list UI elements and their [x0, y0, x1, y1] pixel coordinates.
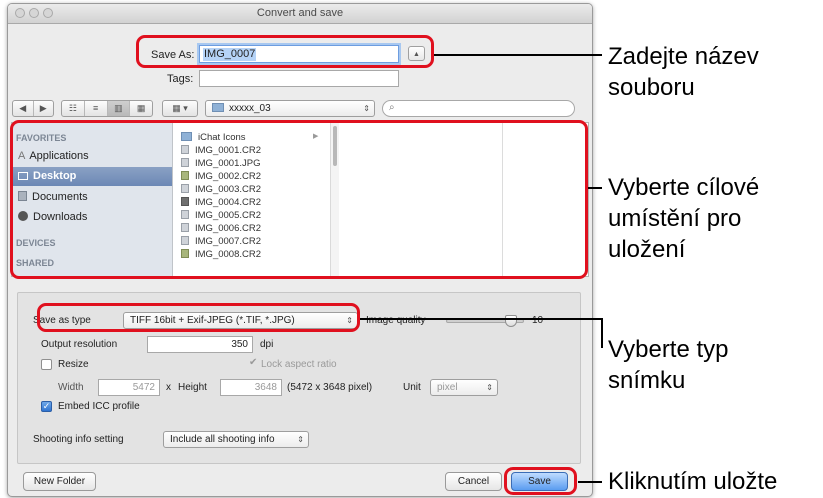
callout-line: snímku — [608, 367, 686, 394]
title-bar: Convert and save — [8, 4, 592, 24]
callout-line: Vyberte typ — [608, 336, 729, 363]
new-folder-button[interactable]: New Folder — [23, 472, 96, 491]
column-view-button[interactable]: ▥ — [107, 101, 131, 116]
list-view-button[interactable]: ≡ — [85, 101, 108, 116]
output-resolution-field[interactable]: 350 — [147, 336, 253, 353]
view-mode-control: ☷ ≡ ▥ ▦ — [61, 100, 153, 117]
type-highlight — [37, 303, 360, 332]
location-popup[interactable]: xxxxx_03 ⇕ — [205, 100, 375, 117]
callout-line: Zadejte název — [608, 43, 759, 70]
search-icon: ⌕ — [389, 102, 395, 113]
unit-label: Unit — [403, 382, 421, 393]
forward-button[interactable]: ▶ — [34, 101, 54, 116]
height-label: Height — [178, 382, 207, 393]
width-label: Width — [58, 382, 84, 393]
folder-icon — [212, 103, 224, 112]
embed-icc-label: Embed ICC profile — [58, 401, 140, 412]
callout-line: uložení — [608, 236, 686, 263]
unit-value: pixel — [437, 382, 458, 393]
location-callout-line — [588, 187, 602, 189]
shooting-info-value: Include all shooting info — [170, 434, 275, 445]
unit-popup[interactable]: pixel ⇕ — [430, 379, 498, 396]
location-highlight — [10, 120, 588, 279]
embed-icc-checkbox[interactable]: ✓ — [41, 401, 52, 412]
type-callout-line-a — [360, 318, 603, 348]
save-callout: Kliknutím uložte — [608, 468, 778, 495]
callout-line: souboru — [608, 74, 695, 101]
pixel-size-text: (5472 x 3648 pixel) — [287, 382, 373, 393]
save-callout-line — [578, 481, 602, 483]
lock-aspect-label: Lock aspect ratio — [261, 359, 337, 370]
tags-field[interactable] — [199, 70, 399, 87]
callout-line: Vyberte cílové — [608, 174, 760, 201]
cancel-button[interactable]: Cancel — [445, 472, 502, 491]
lock-aspect-checkmark-icon[interactable]: ✔ — [249, 357, 257, 368]
output-resolution-unit: dpi — [260, 339, 274, 350]
location-folder-name: xxxxx_03 — [229, 103, 271, 114]
width-field[interactable]: 5472 — [98, 379, 160, 396]
arrange-button[interactable]: ▦ ▾ — [162, 100, 198, 117]
filename-callout-line — [434, 54, 602, 56]
resize-label: Resize — [58, 359, 89, 370]
shooting-info-popup[interactable]: Include all shooting info ⇕ — [163, 431, 309, 448]
height-field[interactable]: 3648 — [220, 379, 282, 396]
save-highlight — [504, 467, 577, 495]
coverflow-view-button[interactable]: ▦ — [130, 101, 152, 116]
type-callout: Vyberte typ snímku — [608, 334, 729, 396]
location-callout: Vyberte cílové umístění pro uložení — [608, 172, 759, 265]
search-field[interactable]: ⌕ — [382, 100, 575, 117]
back-button[interactable]: ◀ — [13, 101, 34, 116]
filename-callout: Zadejte název souboru — [608, 41, 759, 103]
back-forward-control: ◀ ▶ — [12, 100, 54, 117]
icon-view-button[interactable]: ☷ — [62, 101, 85, 116]
tags-label: Tags: — [167, 73, 194, 85]
callout-line: umístění pro — [608, 205, 742, 232]
popup-arrows-icon: ⇕ — [297, 435, 304, 444]
popup-arrows-icon: ⇕ — [486, 383, 493, 392]
arrange-icon: ▦ ▾ — [172, 103, 188, 113]
filename-highlight — [136, 35, 434, 68]
popup-arrows-icon: ⇕ — [363, 104, 370, 113]
output-resolution-label: Output resolution — [41, 339, 118, 350]
shooting-info-label: Shooting info setting — [33, 434, 124, 445]
resize-checkbox[interactable] — [41, 359, 52, 370]
window-title: Convert and save — [256, 7, 344, 19]
x-label: x — [166, 382, 171, 393]
